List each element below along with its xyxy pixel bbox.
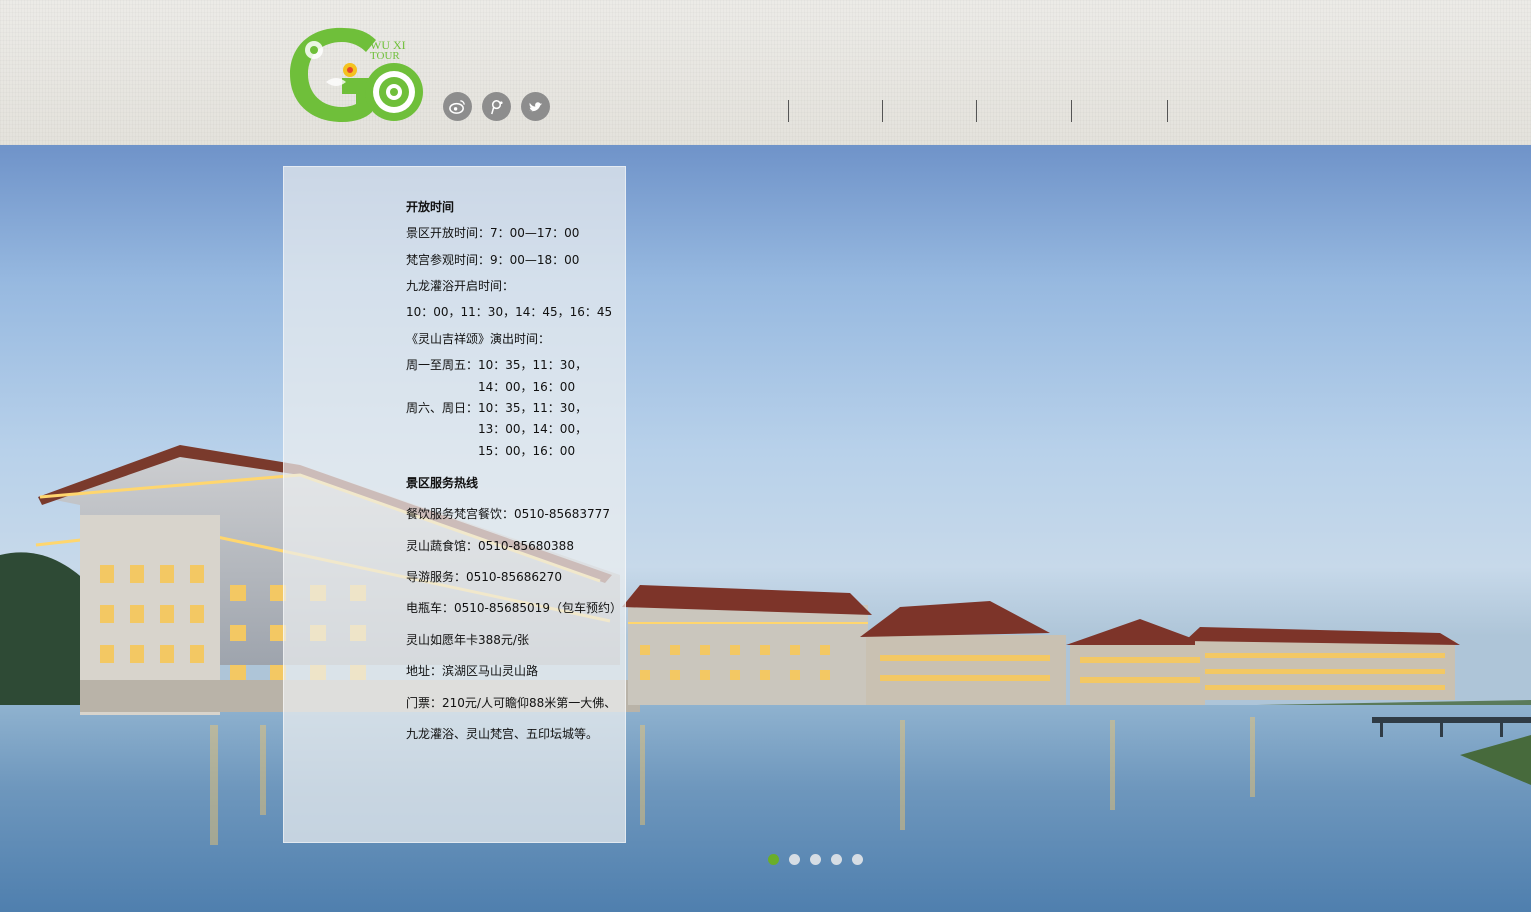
weekend-times: 周六、周日：10：35，11：30，	[406, 401, 588, 415]
nav-item-4[interactable]	[1071, 100, 1167, 122]
nav-item-1[interactable]	[788, 100, 882, 122]
annual-card: 灵山如愿年卡388元/张	[406, 633, 529, 647]
address: 地址：滨湖区马山灵山路	[406, 664, 539, 678]
guide-hotline: 导游服务：0510-85686270	[406, 570, 562, 584]
veg-restaurant-hotline: 灵山蔬食馆：0510-85680388	[406, 539, 574, 553]
nav-item-3[interactable]	[976, 100, 1071, 122]
hotel-lake-scene-image	[0, 445, 1531, 912]
slider-dot-5[interactable]	[852, 854, 863, 865]
dragon-bath-label: 九龙灌浴开启时间：	[406, 279, 515, 293]
go-wuxi-tour-logo[interactable]: WU XI TOUR	[284, 22, 429, 126]
slider-dot-1[interactable]	[768, 854, 779, 865]
slider-pagination	[768, 854, 863, 865]
show-label: 《灵山吉祥颂》演出时间：	[406, 332, 551, 346]
opening-hours-title: 开放时间	[406, 200, 455, 214]
weibo-icon[interactable]	[443, 92, 472, 121]
shuttle-hotline: 电瓶车：0510-85685019（包车预约）	[406, 601, 622, 615]
service-hotline-title: 景区服务热线	[406, 476, 479, 490]
scenic-hours: 景区开放时间：7：00—17：00	[406, 226, 580, 240]
tencent-weibo-icon[interactable]	[482, 92, 511, 121]
weekend-times-cont-2: 15：00，16：00	[478, 444, 576, 458]
twitter-icon[interactable]	[521, 92, 550, 121]
ticket-info: 门票：210元/人可瞻仰88米第一大佛、	[406, 696, 617, 710]
nav-divider-end	[1167, 100, 1168, 122]
nav-item-2[interactable]	[882, 100, 976, 122]
ticket-info-cont: 九龙灌浴、灵山梵宫、五印坛城等。	[406, 727, 599, 741]
dragon-bath-times: 10：00，11：30，14：45，16：45	[406, 305, 613, 319]
dining-hotline: 餐饮服务梵宫餐饮：0510-85683777	[406, 507, 610, 521]
slider-dot-4[interactable]	[831, 854, 842, 865]
hero-banner	[0, 145, 1531, 912]
site-header: WU XI TOUR	[0, 0, 1531, 145]
main-nav	[788, 100, 1168, 122]
logo-text-tour: TOUR	[370, 50, 400, 62]
weekday-times: 周一至周五：10：35，11：30，	[406, 358, 588, 372]
weekday-times-cont: 14：00，16：00	[478, 380, 576, 394]
slider-dot-3[interactable]	[810, 854, 821, 865]
palace-hours: 梵宫参观时间：9：00—18：00	[406, 253, 580, 267]
weekend-times-cont-1: 13：00，14：00，	[478, 422, 588, 436]
slider-dot-2[interactable]	[789, 854, 800, 865]
